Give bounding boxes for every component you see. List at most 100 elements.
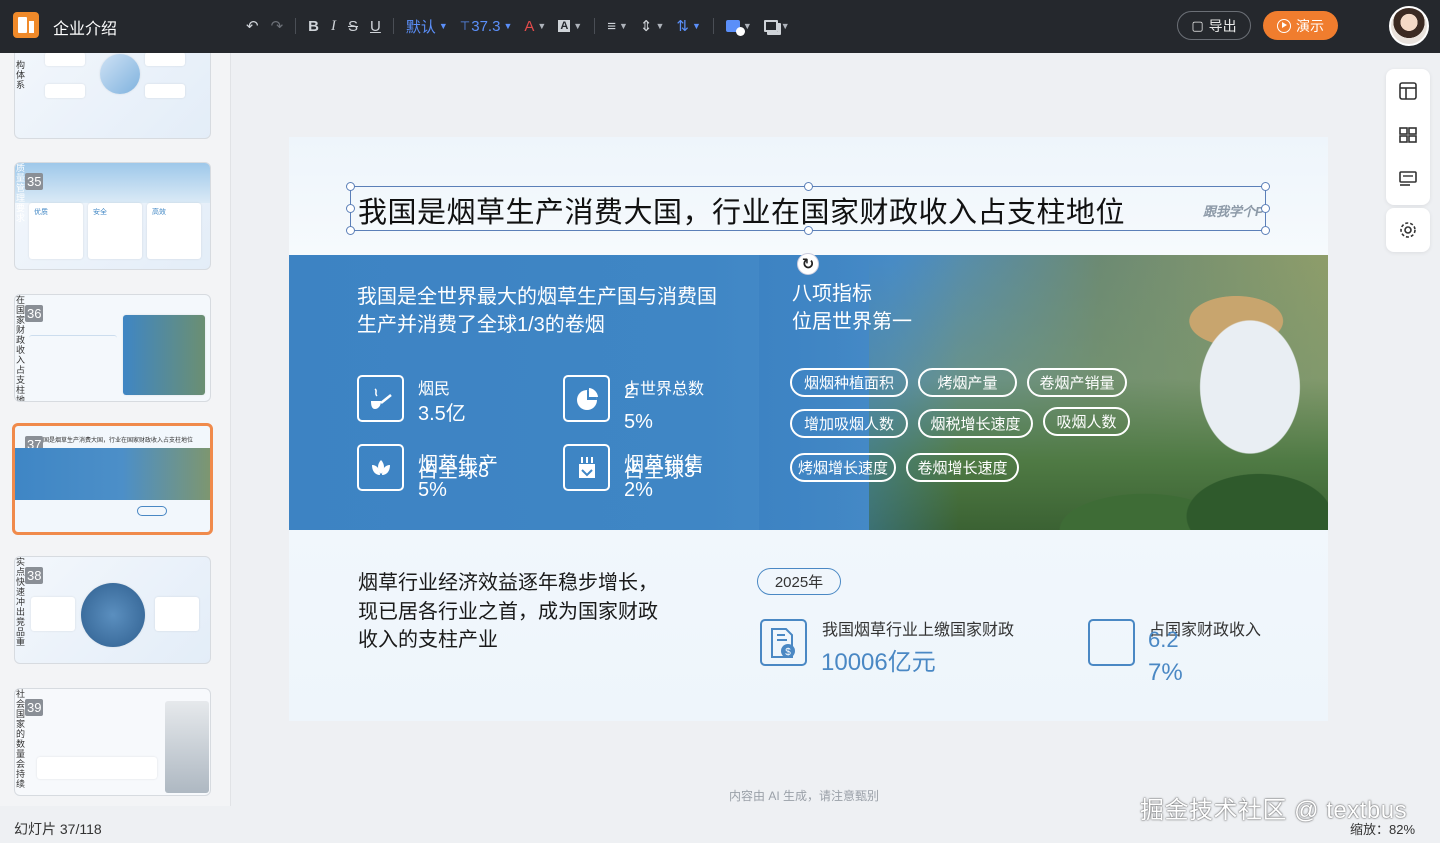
slide-canvas[interactable]: 我国是烟草生产消费大国，行业在国家财政收入占支柱地位 跟我学个P ↻ 我国是全世…	[289, 137, 1328, 721]
pipe-icon	[357, 375, 404, 422]
thumbnail-card	[45, 53, 85, 66]
text-direction-icon: ⇅	[676, 18, 689, 35]
resize-handle[interactable]	[804, 226, 813, 235]
export-icon: ▢	[1191, 17, 1204, 33]
economic-summary-text[interactable]: 烟草行业经济效益逐年稳步增长，现已居各行业之首，成为国家财政收入的支柱产业	[358, 569, 668, 655]
font-color-button[interactable]: A ▼	[518, 14, 552, 38]
notes-icon[interactable]	[1398, 169, 1418, 189]
format-tools: ↶ ↷ B I S U 默认 ▼ ⊤ 37.3 ▼ A ▼ A ▼ ≡ ▼ ⇕ ▼ ⇅ ▼ ▼ …	[240, 14, 796, 38]
chevron-down-icon: ▼	[780, 21, 790, 31]
resize-handle[interactable]	[1261, 204, 1270, 213]
highlight-color-button[interactable]: A ▼	[552, 14, 588, 38]
stat-smokers[interactable]: 烟民 3.5亿	[357, 375, 527, 427]
undo-icon[interactable]: ↶	[240, 14, 265, 38]
rotate-handle-icon[interactable]: ↻	[797, 253, 819, 275]
settings-button[interactable]	[1386, 208, 1430, 252]
fiscal-value: 10006亿元	[821, 649, 936, 676]
divider	[712, 18, 714, 34]
year-badge[interactable]: 2025年	[757, 568, 841, 595]
thumbnail-card-label: 高效	[152, 209, 166, 216]
divider	[594, 18, 596, 34]
indicator-pill[interactable]: 烟烟种植面积	[790, 368, 908, 397]
resize-handle[interactable]	[1261, 226, 1270, 235]
ai-generated-note: 内容由 AI 生成，请注意甄别	[729, 789, 880, 803]
resize-handle[interactable]	[346, 226, 355, 235]
shape-fill-button[interactable]: ▼	[720, 14, 758, 38]
indicator-pill[interactable]: 吸烟人数	[1043, 407, 1130, 436]
resize-handle[interactable]	[346, 204, 355, 213]
app-logo-icon[interactable]	[13, 12, 39, 38]
font-family-value: 默认	[405, 18, 436, 36]
stat-value: 2%	[624, 479, 653, 501]
thumbnail-card	[31, 597, 75, 631]
stat-value: 3.5亿	[418, 403, 466, 425]
align-button[interactable]: ≡ ▼	[601, 14, 634, 38]
present-button[interactable]: 演示	[1263, 11, 1338, 40]
chevron-down-icon: ▼	[655, 21, 665, 31]
indicator-pill[interactable]: 烤烟产量	[918, 368, 1017, 397]
thumbnail-side-text: 质量管理要求	[16, 163, 26, 223]
resize-handle[interactable]	[346, 182, 355, 191]
stat-value-part-b: 5%	[624, 411, 653, 433]
strikethrough-icon[interactable]: S	[342, 14, 364, 38]
indicator-pill[interactable]: 卷烟产销量	[1027, 368, 1127, 397]
chevron-down-icon: ▼	[438, 21, 448, 31]
indicator-pill[interactable]: 烟税增长速度	[918, 409, 1033, 438]
right-tool-strip	[1386, 69, 1430, 205]
shape-outline-button[interactable]: ▼	[758, 14, 796, 38]
thumbnail-side-text: 构体系	[16, 60, 26, 90]
user-avatar[interactable]	[1389, 6, 1429, 46]
selection-box[interactable]	[350, 186, 1266, 231]
thumbnail-graphic	[123, 315, 205, 395]
chevron-down-icon: ▼	[618, 21, 628, 31]
export-button[interactable]: ▢ 导出	[1177, 11, 1251, 40]
slide-thumbnail-panel[interactable]: 构体系 质量管理要求 35 优质 安全 高效 在国家财政收入占支柱地位 36 我…	[0, 53, 231, 806]
slide-thumbnail[interactable]: 实点，快速冲出竞品重 38	[14, 556, 211, 664]
slide-thumbnail[interactable]: 社会国家的数量会持续 39	[14, 688, 211, 796]
italic-icon[interactable]: I	[325, 14, 342, 38]
lead-text[interactable]: 我国是全世界最大的烟草生产国与消费国生产并消费了全球1/3的卷烟	[357, 283, 717, 339]
underline-icon[interactable]: U	[364, 14, 387, 38]
indicator-pill[interactable]: 卷烟增长速度	[906, 453, 1019, 482]
components-icon[interactable]	[1398, 125, 1418, 145]
divider	[295, 18, 297, 34]
layout-icon[interactable]	[1398, 81, 1418, 101]
zoom-level[interactable]: 缩放：82%	[1350, 819, 1415, 838]
document-title[interactable]: 企业介绍	[53, 15, 117, 39]
font-size-select[interactable]: ⊤ 37.3 ▼	[454, 14, 519, 38]
slide-counter: 幻灯片 37/118	[14, 821, 102, 837]
stat-production[interactable]: 烟草生产 占全球3 5%	[357, 444, 527, 501]
thumbnail-card-label: 安全	[93, 209, 107, 216]
cigarette-box-icon	[563, 444, 610, 491]
svg-text:$: $	[785, 647, 791, 658]
resize-handle[interactable]	[804, 182, 813, 191]
thumbnail-number: 35	[25, 173, 44, 190]
slide-thumbnail-active[interactable]: 我国是烟草生产消费大国，行业在国家财政收入占支柱地位 37	[12, 423, 213, 535]
thumbnail-card-label: 优质	[34, 209, 48, 216]
gear-icon	[1400, 222, 1416, 238]
line-spacing-icon: ⇕	[639, 18, 653, 35]
thumbnail-band	[15, 448, 210, 500]
indicators-heading-line-2: 位居世界第一	[792, 311, 912, 333]
thumbnail-card	[45, 84, 85, 98]
thumbnail-number: 39	[25, 699, 44, 716]
slide-thumbnail[interactable]: 在国家财政收入占支柱地位 36	[14, 294, 211, 402]
indicator-pill[interactable]: 烤烟增长速度	[790, 453, 896, 482]
indicators-heading[interactable]: 八项指标 位居世界第一	[792, 280, 912, 336]
font-size-icon: ⊤	[459, 19, 471, 33]
line-spacing-button[interactable]: ⇕ ▼	[634, 14, 671, 38]
resize-handle[interactable]	[1261, 182, 1270, 191]
redo-icon[interactable]: ↷	[265, 14, 290, 38]
text-direction-button[interactable]: ⇅ ▼	[670, 14, 707, 38]
font-family-select[interactable]: 默认 ▼	[400, 14, 454, 38]
bold-icon[interactable]: B	[302, 14, 325, 38]
thumbnail-graphic	[100, 54, 140, 94]
slide-thumbnail[interactable]: 质量管理要求 35 优质 安全 高效	[14, 162, 211, 270]
stat-world-share[interactable]: 占世界总数 2 5%	[563, 375, 733, 433]
thumbnail-card: 高效	[147, 203, 201, 259]
thumbnail-card	[37, 757, 157, 779]
stat-sales[interactable]: 烟草销售 占全球3 2%	[563, 444, 733, 501]
indicator-pill[interactable]: 增加吸烟人数	[790, 409, 908, 438]
slide-thumbnail[interactable]: 构体系	[14, 53, 211, 139]
stat-label: 烟民	[418, 381, 451, 398]
